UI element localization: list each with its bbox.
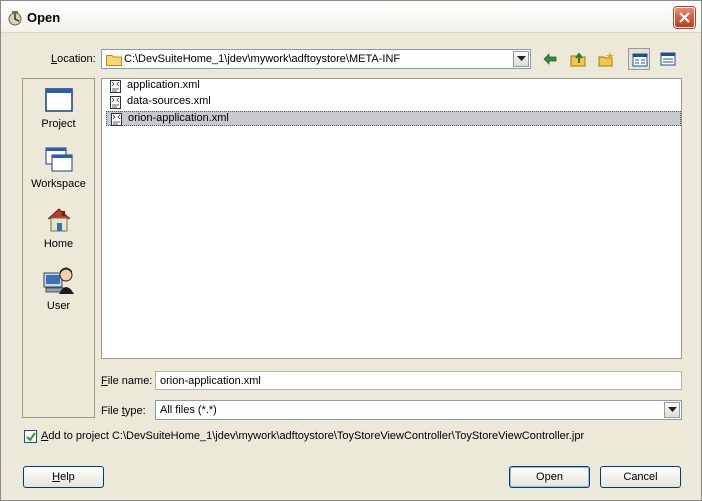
location-path: C:\DevSuiteHome_1\jdev\mywork\adftoystor… <box>124 53 401 65</box>
up-folder-icon <box>570 52 586 67</box>
home-icon <box>47 208 70 232</box>
close-button[interactable] <box>674 7 695 28</box>
up-folder-button[interactable] <box>567 48 589 70</box>
user-icon <box>43 267 74 294</box>
workspace-icon <box>45 147 72 172</box>
back-icon <box>543 53 557 65</box>
checkmark-icon <box>26 432 36 442</box>
title-bar: Open <box>1 1 701 33</box>
sidebar-label-project: Project <box>41 118 76 130</box>
project-icon <box>44 88 73 112</box>
cancel-button[interactable]: Cancel <box>600 466 681 488</box>
file-name: application.xml <box>127 79 200 91</box>
file-row-application[interactable]: application.xml <box>106 79 681 94</box>
file-row-orion-application[interactable]: orion-application.xml <box>106 111 681 126</box>
help-button[interactable]: Help <box>23 466 104 488</box>
xml-file-icon <box>110 80 121 93</box>
chevron-down-icon <box>668 407 677 412</box>
file-type-value: All files (*.*) <box>160 404 217 416</box>
places-sidebar: Project Workspace Home User <box>22 78 95 418</box>
sidebar-label-user: User <box>46 300 71 312</box>
xml-file-icon <box>111 113 122 126</box>
list-view-button[interactable] <box>628 48 650 70</box>
file-name: orion-application.xml <box>128 112 229 124</box>
details-view-icon <box>660 52 676 66</box>
open-button[interactable]: Open <box>509 466 590 488</box>
close-icon <box>679 12 690 23</box>
location-combo[interactable]: C:\DevSuiteHome_1\jdev\mywork\adftoystor… <box>101 49 531 69</box>
new-folder-icon <box>598 52 614 67</box>
list-view-icon <box>632 53 648 67</box>
file-name-input[interactable]: orion-application.xml <box>155 371 682 390</box>
add-to-project-checkbox[interactable] <box>24 430 37 443</box>
folder-icon <box>106 55 122 66</box>
file-list[interactable]: application.xml data-sources.xml orion-a… <box>101 78 682 359</box>
dialog-title: Open <box>27 10 61 25</box>
sidebar-item-user[interactable]: User <box>23 267 94 325</box>
file-type-dropdown-button[interactable] <box>664 402 680 418</box>
file-name-label: File name: <box>101 375 153 387</box>
xml-file-icon <box>110 96 121 109</box>
sidebar-label-home: Home <box>43 238 74 250</box>
back-button[interactable] <box>539 48 561 70</box>
file-name-value: orion-application.xml <box>160 375 261 387</box>
add-to-project-label[interactable]: Add to project C:\DevSuiteHome_1\jdev\my… <box>41 430 584 442</box>
file-type-label: File type: <box>101 405 146 417</box>
file-name: data-sources.xml <box>127 95 211 107</box>
details-view-button[interactable] <box>657 48 679 70</box>
sidebar-label-workspace: Workspace <box>31 178 86 190</box>
file-row-data-sources[interactable]: data-sources.xml <box>106 95 681 110</box>
new-folder-button[interactable] <box>595 48 617 70</box>
sidebar-item-project[interactable]: Project <box>23 87 94 145</box>
file-type-combo[interactable]: All files (*.*) <box>155 400 682 420</box>
location-dropdown-button[interactable] <box>513 51 529 67</box>
sidebar-item-home[interactable]: Home <box>23 207 94 265</box>
location-label: Location: <box>51 53 96 65</box>
open-dialog: Open Location: C:\DevSuiteHome_1\jdev\my… <box>0 0 702 501</box>
chevron-down-icon <box>517 56 526 61</box>
open-dialog-icon <box>7 10 23 26</box>
sidebar-item-workspace[interactable]: Workspace <box>23 147 94 205</box>
